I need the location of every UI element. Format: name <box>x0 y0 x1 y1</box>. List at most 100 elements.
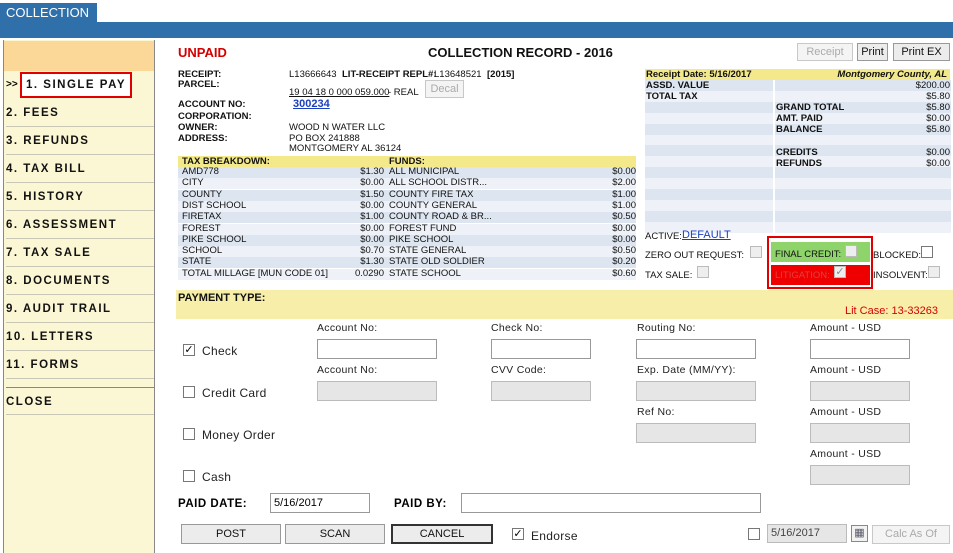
fund-amount: $0.00 <box>612 222 636 234</box>
paid-date-input[interactable]: 5/16/2017 <box>270 493 370 513</box>
cash-amount-input[interactable] <box>810 465 910 485</box>
summary-left-bg <box>645 210 773 222</box>
tax-sale-checkbox[interactable] <box>697 266 709 278</box>
litigation-checkbox[interactable]: ✓ <box>834 266 846 278</box>
calc-date-input[interactable]: 5/16/2017 <box>767 524 847 543</box>
routing-input[interactable] <box>636 339 756 359</box>
receipt-button[interactable]: Receipt <box>797 43 853 61</box>
fund-label: ALL SCHOOL DISTR... <box>389 177 488 189</box>
cc-amount-label: Amount - USD <box>810 364 882 376</box>
nav-item-9-audit-trail[interactable]: 9. AUDIT TRAIL <box>6 295 154 323</box>
check-number-input[interactable] <box>491 339 591 359</box>
summary-refunds-label: REFUNDS <box>776 158 822 169</box>
tab-bar <box>0 0 953 22</box>
nav-item-5-history[interactable]: 5. HISTORY <box>6 183 154 211</box>
summary-left-bg <box>645 167 773 179</box>
ref-no-input[interactable] <box>636 423 756 443</box>
nav-item-11-forms[interactable]: 11. FORMS <box>6 351 154 379</box>
nav-item-close[interactable]: CLOSE <box>6 387 154 415</box>
lit-receipt-year: [2015] <box>487 69 515 80</box>
calc-checkbox[interactable] <box>748 528 760 540</box>
fund-label: STATE OLD SOLDIER <box>389 256 485 268</box>
final-credit-checkbox[interactable] <box>845 245 857 257</box>
fund-amount: $1.00 <box>612 199 636 211</box>
print-button[interactable]: Print <box>857 43 888 61</box>
summary-left-bg <box>645 112 773 124</box>
cc-amount-input[interactable] <box>810 381 910 401</box>
fund-label: STATE SCHOOL <box>389 267 461 279</box>
insolvent-checkbox[interactable] <box>928 266 940 278</box>
exp-date-label: Exp. Date (MM/YY): <box>637 364 736 376</box>
summary-left-bg <box>645 123 773 135</box>
fund-amount: $0.20 <box>612 256 636 268</box>
nav-item-1-single-pay[interactable]: 1. SINGLE PAY <box>20 72 132 98</box>
check-checkbox[interactable]: ✓ <box>183 344 195 356</box>
summary-left-bg <box>645 178 773 190</box>
summary-balance-label: BALANCE <box>776 124 823 135</box>
address-line2: MONTGOMERY AL 36124 <box>289 143 402 154</box>
scan-button[interactable]: SCAN <box>285 524 385 544</box>
tax-item-label: COUNTY <box>182 188 223 200</box>
tab-collection[interactable]: COLLECTION <box>0 3 97 22</box>
decal-button[interactable]: Decal <box>425 80 464 98</box>
active-label: ACTIVE: <box>645 231 682 242</box>
nav-item-7-tax-sale[interactable]: 7. TAX SALE <box>6 239 154 267</box>
summary-right-bg <box>775 210 951 222</box>
tax-item-amount: $0.70 <box>360 245 384 257</box>
fund-amount: $0.50 <box>612 245 636 257</box>
summary-refunds-value: $0.00 <box>926 158 950 169</box>
account-label: ACCOUNT NO: <box>178 99 246 110</box>
cvv-label: CVV Code: <box>491 364 547 376</box>
nav-item-6-assessment[interactable]: 6. ASSESSMENT <box>6 211 154 239</box>
summary-total_tax-value: $5.80 <box>926 91 950 102</box>
tax-item-amount: $1.30 <box>360 166 384 177</box>
calendar-icon[interactable]: ▦ <box>851 525 868 542</box>
sidebar-header <box>4 41 154 71</box>
owner-value: WOOD N WATER LLC <box>289 122 386 133</box>
paid-by-input[interactable] <box>461 493 761 513</box>
nav-item-3-refunds[interactable]: 3. REFUNDS <box>6 127 154 155</box>
money-order-checkbox[interactable] <box>183 428 195 440</box>
fund-label: COUNTY FIRE TAX <box>389 188 474 200</box>
fund-amount: $0.50 <box>612 211 636 223</box>
nav-item-4-tax-bill[interactable]: 4. TAX BILL <box>6 155 154 183</box>
cash-checkbox[interactable] <box>183 470 195 482</box>
cvv-input[interactable] <box>491 381 591 401</box>
nav-item-2-fees[interactable]: 2. FEES <box>6 99 154 127</box>
parcel-link[interactable]: 19 04 18 0 000 059.000 <box>289 87 389 98</box>
insolvent-label: INSOLVENT: <box>873 270 928 281</box>
cancel-button[interactable]: CANCEL <box>391 524 493 544</box>
cc-account-input[interactable] <box>317 381 437 401</box>
endorse-label: Endorse <box>531 529 578 543</box>
mo-amount-input[interactable] <box>810 423 910 443</box>
corporation-label: CORPORATION: <box>178 111 252 122</box>
blocked-label: BLOCKED: <box>873 250 922 261</box>
blocked-checkbox[interactable] <box>921 246 933 258</box>
address-label: ADDRESS: <box>178 133 228 144</box>
active-link[interactable]: DEFAULT <box>682 229 731 241</box>
endorse-checkbox[interactable]: ✓ <box>512 528 524 540</box>
credit-card-checkbox[interactable] <box>183 386 195 398</box>
account-link[interactable]: 300234 <box>293 98 330 110</box>
nav-item-10-letters[interactable]: 10. LETTERS <box>6 323 154 351</box>
cash-label: Cash <box>202 470 232 484</box>
tax-item-label: AMD778 <box>182 166 219 177</box>
summary-left-bg <box>645 156 773 168</box>
calc-as-of-button[interactable]: Calc As Of <box>872 525 950 544</box>
tax-sale-label: TAX SALE: <box>645 270 693 281</box>
print-ex-button[interactable]: Print EX <box>893 43 950 61</box>
check-amount-label: Amount - USD <box>810 322 882 334</box>
check-account-input[interactable] <box>317 339 437 359</box>
post-button[interactable]: POST <box>181 524 281 544</box>
zero-out-checkbox[interactable] <box>750 246 762 258</box>
nav-item-8-documents[interactable]: 8. DOCUMENTS <box>6 267 154 295</box>
check-label: Check <box>202 344 238 358</box>
paid-date-label: PAID DATE: <box>178 498 248 510</box>
tax-item-amount: $0.00 <box>360 199 384 211</box>
exp-date-input[interactable] <box>636 381 756 401</box>
check-amount-input[interactable] <box>810 339 910 359</box>
county-name: Montgomery County, AL <box>837 69 947 80</box>
nav-current-arrow: >> <box>6 79 18 90</box>
receipt-date: Receipt Date: 5/16/2017 <box>646 69 752 80</box>
lit-case: Lit Case: 13-33263 <box>845 305 938 317</box>
